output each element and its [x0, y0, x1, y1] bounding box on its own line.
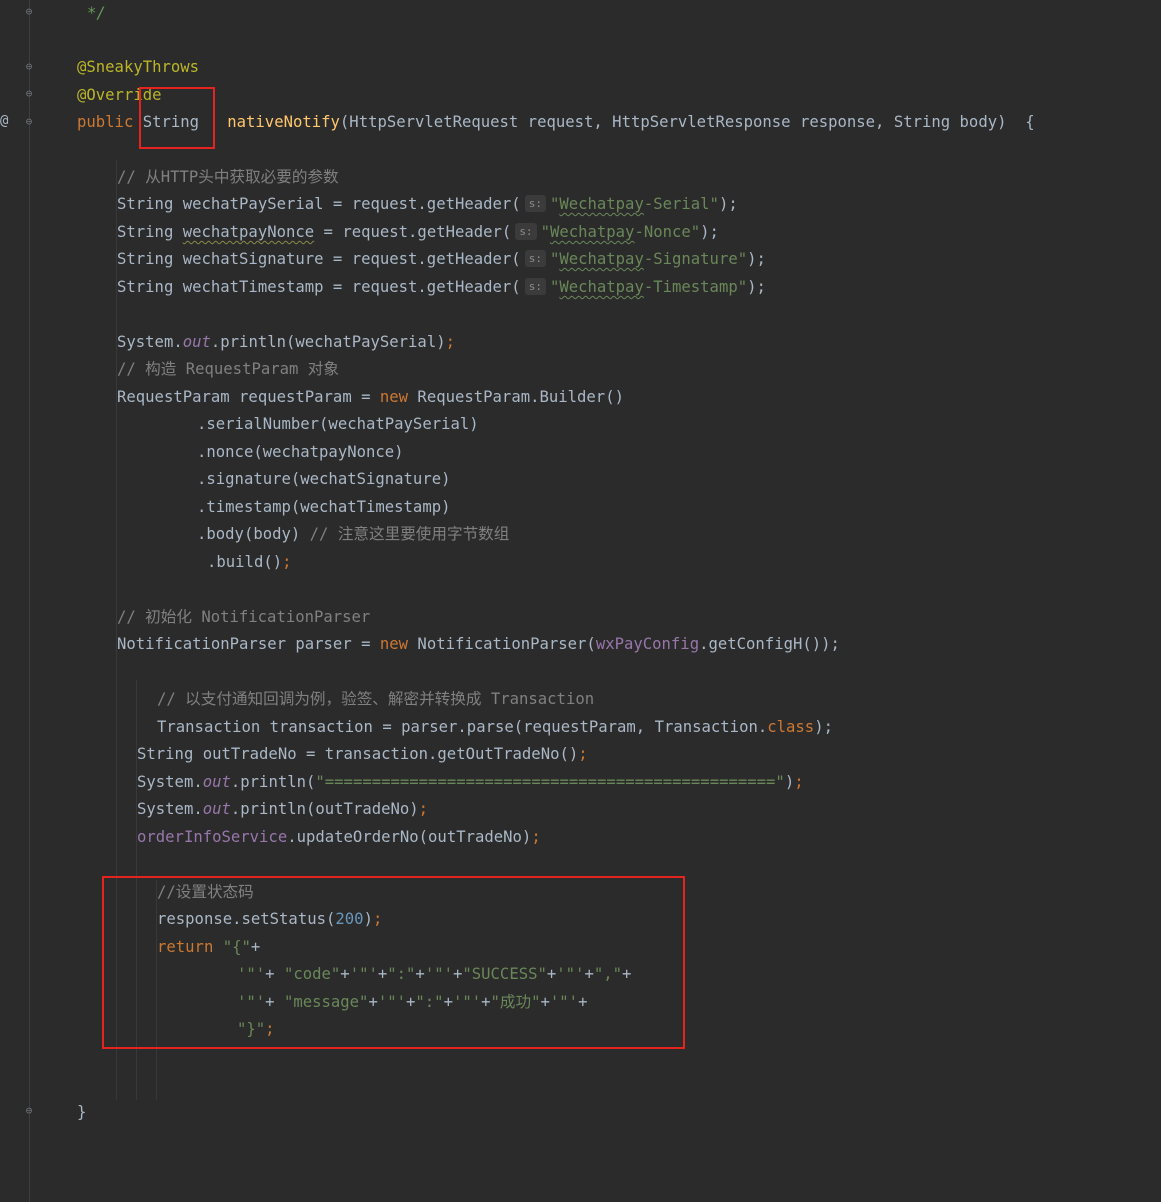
code-line-transaction: Transaction transaction = parser.parse(r…	[157, 718, 833, 736]
code-line-doc-end: */	[87, 4, 106, 22]
code-line-override: @Override	[77, 86, 162, 104]
param-hint: s:	[515, 223, 537, 240]
param-hint: s:	[524, 278, 546, 295]
code-line-comment: //设置状态码	[157, 883, 254, 901]
code-line-comment: // 初始化 NotificationParser	[117, 608, 371, 626]
fold-icon[interactable]: ⊖	[23, 115, 35, 129]
code-line-builder-signature: .signature(wechatSignature)	[197, 470, 451, 488]
code-line-return-code: '"'+ "code"+'"'+":"+'"'+"SUCCESS"+'"'+",…	[237, 965, 632, 983]
code-line-sneakythrows: @SneakyThrows	[77, 58, 200, 76]
code-line-return: return "{"+	[157, 938, 261, 956]
code-line-return-message: '"'+ "message"+'"'+":"+'"'+"成功"+'"'+	[237, 993, 588, 1011]
fold-icon[interactable]: ⊖	[23, 60, 35, 74]
param-hint: s:	[524, 250, 546, 267]
code-line-return-end: "}";	[237, 1020, 275, 1038]
code-line-builder-timestamp: .timestamp(wechatTimestamp)	[197, 498, 451, 516]
code-line-signature: String wechatSignature = request.getHead…	[117, 250, 766, 268]
code-line-request-param: RequestParam requestParam = new RequestP…	[117, 388, 624, 406]
code-line-comment: // 以支付通知回调为例，验签、解密并转换成 Transaction	[157, 690, 595, 708]
code-line-print-separator: System.out.println("====================…	[137, 773, 804, 791]
code-line-out-trade-no: String outTradeNo = transaction.getOutTr…	[137, 745, 588, 763]
fold-icon[interactable]: ⊖	[23, 87, 35, 101]
code-line-comment: // 从HTTP头中获取必要的参数	[117, 168, 339, 186]
code-line-builder-nonce: .nonce(wechatpayNonce)	[197, 443, 404, 461]
editor-gutter	[0, 0, 30, 1202]
code-line-method-signature: public String nativeNotify(HttpServletRe…	[77, 113, 1035, 131]
code-line-update-order: orderInfoService.updateOrderNo(outTradeN…	[137, 828, 541, 846]
code-line-builder-body: .body(body) // 注意这里要使用字节数组	[197, 525, 510, 543]
code-line-close-brace: }	[77, 1103, 87, 1121]
code-line-timestamp: String wechatTimestamp = request.getHead…	[117, 278, 766, 296]
code-line-set-status: response.setStatus(200);	[157, 910, 383, 928]
code-line-nonce: String wechatpayNonce = request.getHeade…	[117, 223, 719, 241]
fold-icon[interactable]: ⊖	[23, 5, 35, 19]
code-line-parser: NotificationParser parser = new Notifica…	[117, 635, 840, 653]
fold-icon[interactable]: ⊖	[23, 1104, 35, 1118]
code-line-builder-serial: .serialNumber(wechatPaySerial)	[197, 415, 479, 433]
code-line-builder-build: .build();	[207, 553, 292, 571]
code-line-serial: String wechatPaySerial = request.getHead…	[117, 195, 738, 213]
code-line-comment: // 构造 RequestParam 对象	[117, 360, 339, 378]
override-marker-icon[interactable]: @	[0, 113, 8, 129]
gutter-divider	[29, 0, 30, 1202]
code-line-print-serial: System.out.println(wechatPaySerial);	[117, 333, 455, 351]
code-editor[interactable]: */ @SneakyThrows @Override public String…	[77, 0, 1157, 1121]
code-line-print-trade-no: System.out.println(outTradeNo);	[137, 800, 429, 818]
param-hint: s:	[524, 195, 546, 212]
